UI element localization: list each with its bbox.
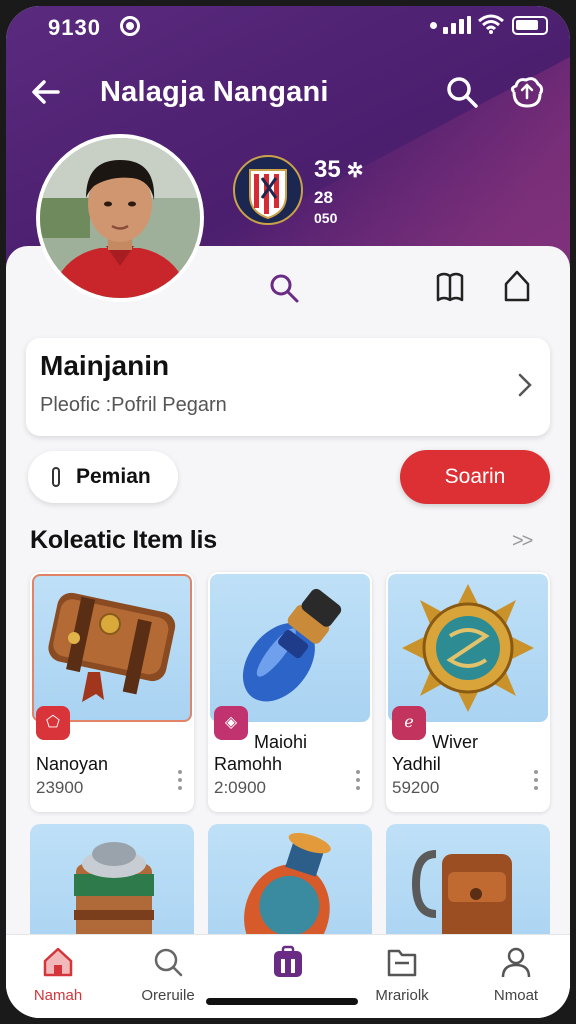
item-name: Nanoyan — [36, 754, 109, 774]
battery-icon — [512, 16, 548, 35]
status-time: 9130 — [48, 15, 101, 40]
pill-icon — [52, 467, 60, 487]
top-app-bar: Nalagja Nangani — [6, 64, 570, 120]
profile-subtitle: Pleofic :Pofril Pegarn — [40, 394, 227, 416]
item-name: Wiver — [432, 732, 478, 752]
avatar[interactable] — [36, 134, 204, 302]
pemian-pill-button[interactable]: Pemian — [28, 451, 178, 503]
wifi-icon — [478, 14, 504, 34]
item-tag-pentagon-icon: ⬠ — [36, 706, 70, 740]
stat-tertiary: 050 — [314, 210, 338, 226]
item-image-flask — [210, 574, 370, 722]
section-title: Koleatic Item lis — [30, 526, 217, 554]
item-value: 23900 — [36, 778, 84, 797]
see-more-link[interactable]: >> — [512, 530, 533, 553]
folder-icon — [387, 949, 417, 977]
nav-label-home: Namah — [33, 987, 83, 1004]
stat-primary: 35 ✲ — [314, 156, 363, 184]
nav-label-search: Oreruile — [141, 987, 195, 1004]
more-options-icon[interactable] — [534, 770, 538, 790]
search-icon — [154, 948, 183, 977]
signal-dot-icon — [430, 22, 437, 29]
chevron-right-icon — [518, 373, 532, 397]
status-bar: 9130 — [6, 6, 570, 50]
item-image-holster — [32, 574, 192, 722]
nav-item-search[interactable]: Oreruile — [118, 945, 218, 1015]
page-title: Nalagja Nangani — [100, 76, 329, 108]
team-emblem-icon — [233, 155, 303, 225]
item-tag-shield-icon: ◈ — [214, 706, 248, 740]
nav-item-home[interactable]: Namah — [8, 945, 108, 1015]
item-name: Maiohi — [254, 732, 308, 752]
bottom-navigation: Namah Oreruile Mrariolk Nmoat — [6, 934, 570, 1018]
search-icon[interactable] — [444, 74, 480, 110]
item-value: 2:0900 — [214, 778, 266, 797]
stat-primary-value: 35 — [314, 156, 341, 183]
profile-name: Mainjanin — [40, 350, 170, 381]
item-image-medallion — [388, 574, 548, 722]
bag-icon — [274, 945, 302, 977]
item-card[interactable]: ℯ Wiver Yadhil 59200 — [386, 572, 550, 812]
nav-item-folder[interactable]: Mrariolk — [352, 945, 452, 1015]
item-card[interactable]: ◈ Maiohi Ramohh 2:0900 — [208, 572, 372, 812]
home-icon — [43, 947, 73, 977]
item-name-line2: Yadhil — [392, 754, 441, 774]
nav-label-profile: Nmoat — [493, 987, 539, 1004]
search-icon[interactable] — [268, 272, 300, 304]
item-name-line2: Ramohh — [214, 754, 283, 774]
content-sheet: Mainjanin Pleofic :Pofril Pegarn Pemian … — [6, 246, 570, 1018]
user-icon — [501, 947, 531, 978]
nav-item-profile[interactable]: Nmoat — [466, 945, 566, 1015]
stat-secondary: 28 — [314, 188, 333, 207]
home-outline-icon[interactable] — [502, 268, 532, 304]
signal-bars-icon — [443, 16, 471, 34]
phone-screen: 9130 Nalagja Nangani 35 ✲ 28 050 Mainjan… — [6, 6, 570, 1018]
primary-action-button[interactable]: Soarin — [400, 450, 550, 504]
gear-star-icon: ✲ — [346, 160, 364, 182]
profile-info-card[interactable]: Mainjanin Pleofic :Pofril Pegarn — [26, 338, 550, 436]
notification-icon — [120, 16, 140, 36]
more-options-icon[interactable] — [356, 770, 360, 790]
bookmark-book-icon[interactable] — [434, 270, 466, 304]
nav-label-folder: Mrariolk — [375, 987, 429, 1004]
item-tag-swirl-icon: ℯ — [392, 706, 426, 740]
home-indicator[interactable] — [206, 998, 358, 1005]
item-card[interactable]: ⬠ Nanoyan 23900 — [30, 572, 194, 812]
share-icon[interactable] — [508, 74, 546, 110]
pill-label: Pemian — [76, 465, 151, 488]
item-value: 59200 — [392, 778, 440, 797]
avatar-photo — [40, 138, 200, 298]
more-options-icon[interactable] — [178, 770, 182, 790]
back-arrow-icon[interactable] — [28, 74, 64, 110]
